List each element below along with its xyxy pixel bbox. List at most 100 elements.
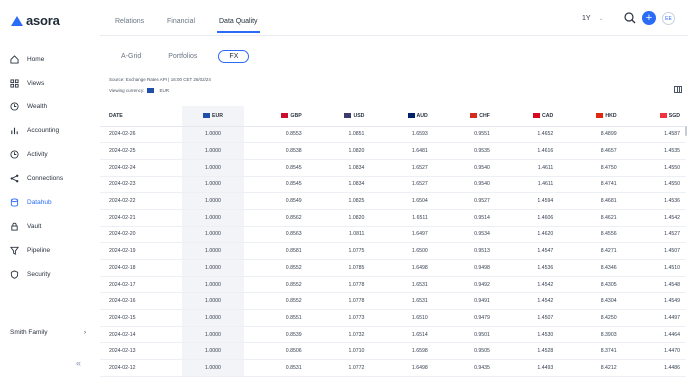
- sidebar-item-security[interactable]: Security: [9, 266, 50, 282]
- rate-cell: 0.9498: [433, 259, 496, 277]
- viewing-currency[interactable]: Viewing currency: EUR: [109, 88, 169, 93]
- rate-cell: 8.4250: [559, 309, 623, 327]
- collapse-sidebar-icon[interactable]: «: [76, 358, 81, 368]
- table-row[interactable]: 2024-02-22 1.0000 0.8549 1.0825 1.6504 0.9527…: [100, 192, 686, 210]
- columns-icon[interactable]: [674, 86, 682, 93]
- rate-cell: 0.9527: [433, 192, 496, 210]
- sidebar-item-views[interactable]: Views: [9, 75, 44, 91]
- sidebar-item-wealth[interactable]: Wealth: [9, 98, 47, 114]
- rate-cell: 1.4606: [495, 209, 560, 227]
- rate-cell: 1.0778: [307, 276, 371, 294]
- clock-icon: [9, 101, 19, 111]
- table-row[interactable]: 2024-02-17 1.0000 0.8552 1.0778 1.6531 0.9492…: [100, 276, 686, 294]
- rate-cell: 1.0000: [181, 142, 245, 160]
- col-header-eur[interactable]: EUR: [181, 106, 245, 127]
- col-header-cad[interactable]: CAD: [495, 106, 560, 127]
- date-cell: 2024-02-14: [100, 326, 182, 344]
- col-header-gbp[interactable]: GBP: [244, 106, 308, 127]
- rate-cell: 1.6510: [370, 309, 434, 327]
- col-header-label: USD: [353, 112, 365, 119]
- rate-cell: 1.4611: [495, 176, 560, 194]
- logo-icon: [11, 15, 23, 26]
- search-icon[interactable]: [623, 11, 637, 25]
- date-cell: 2024-02-20: [100, 226, 182, 244]
- rate-cell: 1.6527: [370, 176, 434, 194]
- subtab-fx[interactable]: FX: [218, 50, 250, 63]
- sidebar-item-datahub[interactable]: Datahub: [9, 194, 52, 210]
- rate-cell: 1.0000: [181, 226, 245, 244]
- rate-cell: 1.4550: [622, 159, 686, 177]
- top-bar: Relations Financial Data Quality 1Y ⌄ + …: [100, 0, 688, 36]
- tab-financial[interactable]: Financial: [167, 18, 195, 25]
- table-row[interactable]: 2024-02-13 1.0000 0.8506 1.0710 1.6598 0.9505…: [100, 342, 686, 361]
- rate-cell: 8.3903: [559, 326, 623, 344]
- rate-cell: 8.4346: [559, 259, 623, 277]
- subtab-a-grid[interactable]: A-Grid: [115, 51, 147, 62]
- account-name: Smith Family: [10, 329, 48, 336]
- table-scrollbar[interactable]: [685, 126, 687, 136]
- table-row[interactable]: 2024-02-25 1.0000 0.8538 1.0820 1.6481 0.9535…: [100, 142, 686, 160]
- rate-cell: 1.4542: [495, 276, 560, 294]
- filter-icon: [9, 245, 19, 255]
- bar-chart-icon: [9, 125, 19, 135]
- date-cell: 2024-02-13: [100, 342, 182, 361]
- rate-cell: 1.4464: [622, 326, 686, 344]
- table-row[interactable]: 2024-02-15 1.0000 0.8551 1.0773 1.6510 0.9479…: [100, 309, 686, 327]
- table-row[interactable]: 2024-02-26 1.0000 0.8553 1.0851 1.6593 0.9551…: [100, 126, 686, 144]
- subtabs: A-Grid Portfolios FX: [115, 50, 264, 63]
- table-row[interactable]: 2024-02-19 1.0000 0.8581 1.0775 1.6500 0.9513…: [100, 242, 686, 260]
- period-select[interactable]: 1Y ⌄: [582, 15, 604, 22]
- table-row[interactable]: 2024-02-20 1.0000 0.8563 1.0811 1.6497 0.9534…: [100, 226, 686, 244]
- col-header-sgd[interactable]: SGD: [622, 106, 686, 127]
- rate-cell: 8.4556: [559, 226, 623, 244]
- col-header-label: HKD: [605, 112, 617, 119]
- rate-cell: 1.4547: [495, 242, 560, 260]
- tab-data-quality[interactable]: Data Quality: [217, 18, 260, 33]
- rate-cell: 0.9491: [433, 292, 496, 311]
- col-header-date[interactable]: DATE: [100, 106, 182, 127]
- col-header-aud[interactable]: AUD: [370, 106, 434, 127]
- col-header-hkd[interactable]: HKD: [559, 106, 623, 127]
- rate-cell: 1.4493: [495, 359, 560, 377]
- col-header-chf[interactable]: CHF: [433, 106, 496, 127]
- rate-cell: 1.0825: [307, 192, 371, 210]
- sidebar-item-pipeline[interactable]: Pipeline: [9, 242, 50, 258]
- sidebar-item-vault[interactable]: Vault: [9, 218, 41, 234]
- hk-flag-icon: [596, 112, 604, 118]
- rate-cell: 1.0820: [307, 209, 371, 227]
- sidebar-item-label: Views: [27, 79, 45, 87]
- rate-cell: 1.6527: [370, 159, 434, 177]
- database-icon: [9, 197, 19, 207]
- rate-cell: 1.4550: [622, 176, 686, 194]
- rate-cell: 1.0000: [181, 159, 245, 177]
- rate-cell: 1.0811: [307, 226, 371, 244]
- rate-cell: 8.4212: [559, 359, 623, 377]
- table-row[interactable]: 2024-02-23 1.0000 0.8545 1.0834 1.6527 0.9540…: [100, 176, 686, 194]
- table-row[interactable]: 2024-02-14 1.0000 0.8539 1.0732 1.6514 0.9501…: [100, 326, 686, 344]
- rate-cell: 0.8506: [244, 342, 308, 361]
- rate-cell: 0.8581: [244, 242, 308, 260]
- rate-cell: 0.9540: [433, 176, 496, 194]
- rate-cell: 1.6504: [370, 192, 434, 210]
- rate-cell: 1.0710: [307, 342, 371, 361]
- rate-cell: 1.4507: [622, 242, 686, 260]
- subtab-portfolios[interactable]: Portfolios: [162, 51, 203, 62]
- sidebar-item-activity[interactable]: Activity: [9, 146, 48, 162]
- avatar[interactable]: EE: [662, 12, 675, 25]
- tab-relations[interactable]: Relations: [115, 18, 144, 25]
- rate-cell: 0.8563: [244, 226, 308, 244]
- account-switcher[interactable]: Smith Family ›: [10, 329, 86, 336]
- sidebar-item-home[interactable]: Home: [9, 51, 44, 67]
- table-row[interactable]: 2024-02-21 1.0000 0.8562 1.0820 1.6511 0.9514…: [100, 209, 686, 227]
- col-header-usd[interactable]: USD: [307, 106, 371, 127]
- logo[interactable]: asora: [11, 13, 60, 28]
- table-row[interactable]: 2024-02-18 1.0000 0.8552 1.0785 1.6498 0.9498…: [100, 259, 686, 277]
- sidebar-item-connections[interactable]: Connections: [9, 170, 63, 186]
- add-button[interactable]: +: [642, 11, 656, 25]
- sidebar-item-accounting[interactable]: Accounting: [9, 122, 59, 138]
- table-row[interactable]: 2024-02-12 1.0000 0.8531 1.0772 1.6498 0.9435…: [100, 359, 686, 377]
- table-row[interactable]: 2024-02-24 1.0000 0.8545 1.0834 1.6527 0.9540…: [100, 159, 686, 177]
- table-row[interactable]: 2024-02-16 1.0000 0.8552 1.0778 1.6531 0.9491…: [100, 292, 686, 311]
- rate-cell: 0.8538: [244, 142, 308, 160]
- rate-cell: 1.6511: [370, 209, 434, 227]
